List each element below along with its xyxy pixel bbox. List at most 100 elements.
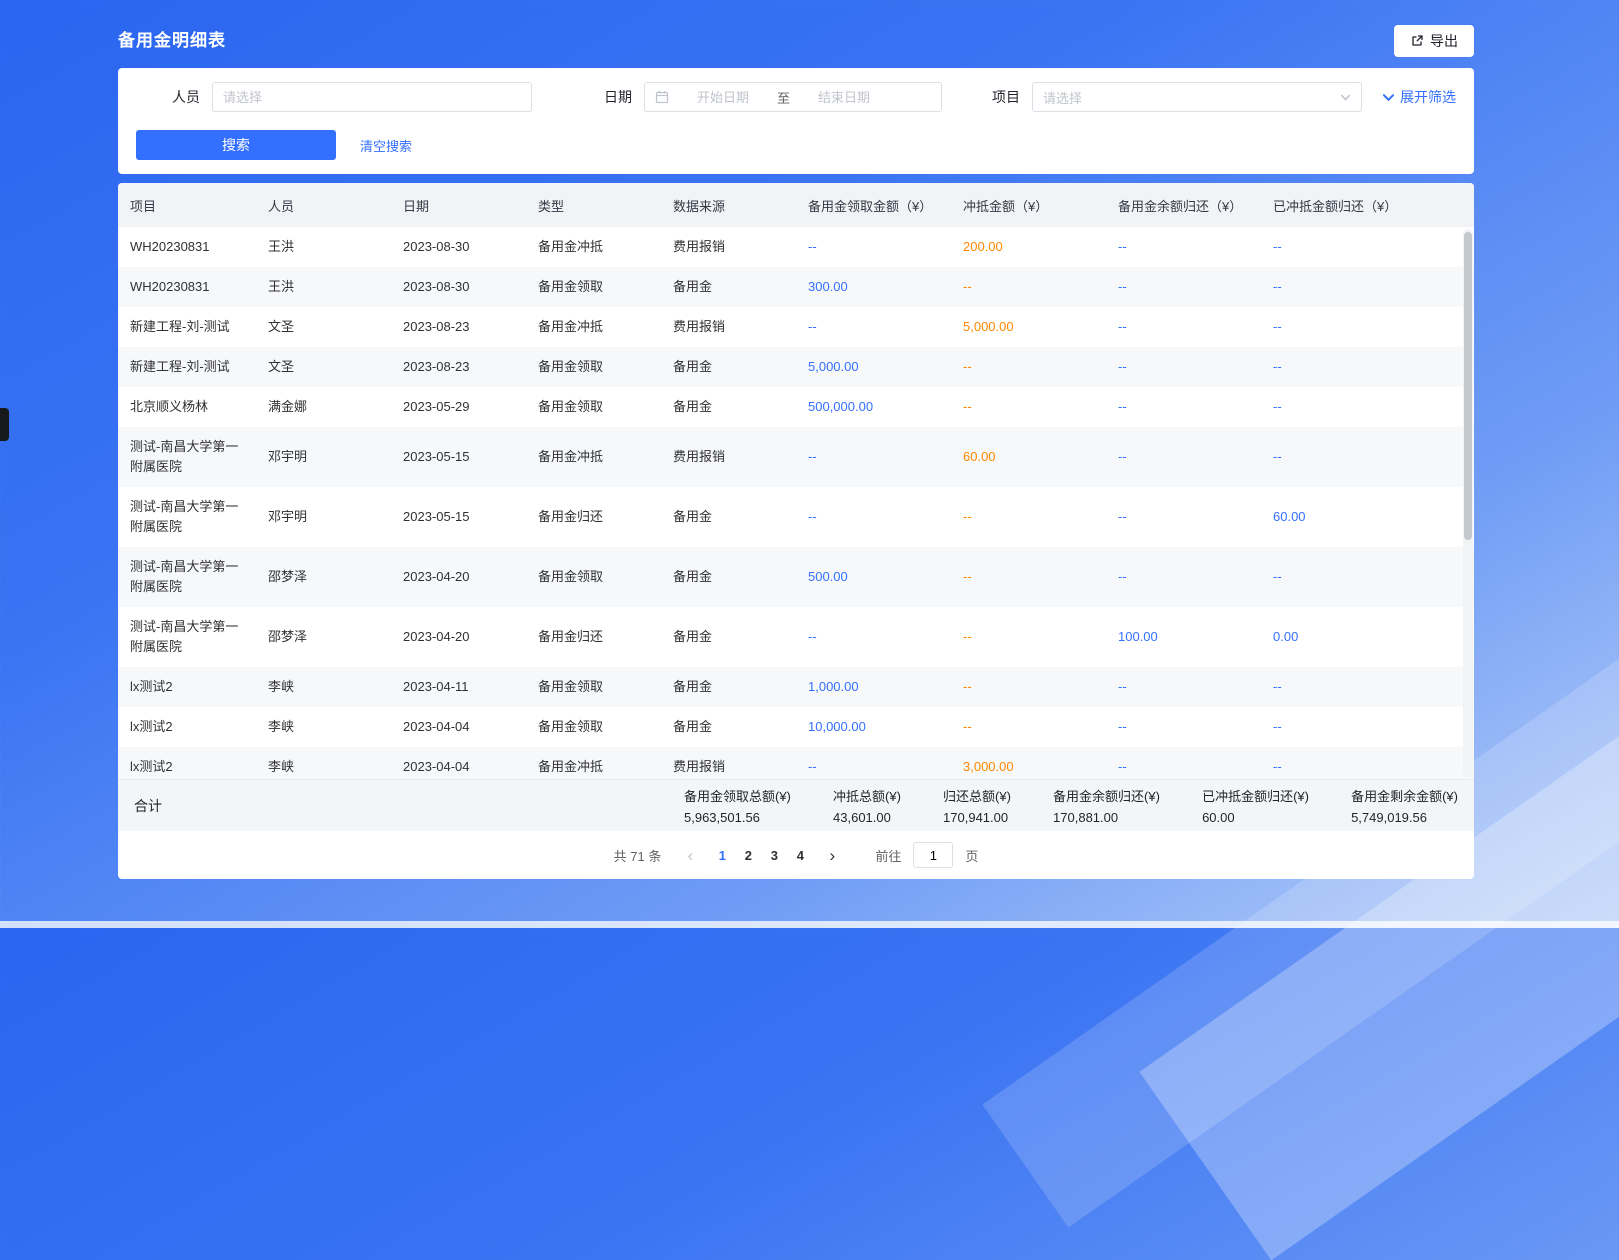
summary-item-value: 170,881.00 — [1053, 810, 1160, 825]
table-header-row: 项目人员日期类型数据来源备用金领取金额（¥）冲抵金额（¥）备用金余额归还（¥）已… — [118, 183, 1474, 227]
export-button[interactable]: 导出 — [1394, 25, 1474, 57]
cell-date: 2023-04-20 — [391, 547, 526, 607]
cell-project: 测试-南昌大学第一附属医院 — [118, 547, 256, 607]
cell-balance_return: -- — [1106, 667, 1261, 707]
cell-offset: -- — [951, 607, 1106, 667]
cell-project: 新建工程-刘-测试 — [118, 347, 256, 387]
table-row: 测试-南昌大学第一附属医院邵梦泽2023-04-20备用金领取备用金500.00… — [118, 547, 1474, 607]
summary-item: 备用金领取总额(¥)5,963,501.56 — [684, 786, 791, 825]
summary-item-label: 归还总额(¥) — [943, 786, 1011, 805]
cell-offset_return: -- — [1261, 707, 1474, 747]
table-header: 项目人员日期类型数据来源备用金领取金额（¥）冲抵金额（¥）备用金余额归还（¥）已… — [118, 183, 1474, 227]
total-count: 共 71 条 — [614, 846, 662, 865]
clear-search-link[interactable]: 清空搜索 — [360, 136, 412, 155]
cell-date: 2023-05-15 — [391, 427, 526, 487]
cell-person: 邵梦泽 — [256, 547, 391, 607]
chevron-down-icon — [1340, 92, 1351, 103]
summary-item-value: 43,601.00 — [833, 810, 901, 825]
cell-withdraw: -- — [796, 487, 951, 547]
cell-offset: -- — [951, 707, 1106, 747]
collapse-handle[interactable] — [0, 408, 9, 441]
scrollbar-thumb[interactable] — [1464, 232, 1472, 540]
page-button-3[interactable]: 3 — [761, 841, 787, 869]
filter-panel: 人员 日期 至 项目 请选择 — [118, 68, 1474, 174]
cell-withdraw: -- — [796, 607, 951, 667]
cell-source: 备用金 — [661, 547, 796, 607]
expand-filters-label: 展开筛选 — [1400, 87, 1456, 107]
cell-withdraw: 5,000.00 — [796, 347, 951, 387]
cell-offset_return: -- — [1261, 667, 1474, 707]
cell-person: 邓宇明 — [256, 487, 391, 547]
column-header: 人员 — [256, 183, 391, 227]
cell-type: 备用金冲抵 — [526, 227, 661, 267]
cell-person: 邓宇明 — [256, 427, 391, 487]
summary-item: 备用金剩余金额(¥) 5,749,019.56 — [1351, 786, 1458, 825]
column-header: 类型 — [526, 183, 661, 227]
page-button-4[interactable]: 4 — [787, 841, 813, 869]
person-filter: 人员 — [136, 82, 532, 112]
cell-type: 备用金领取 — [526, 667, 661, 707]
table-row: 测试-南昌大学第一附属医院邓宇明2023-05-15备用金归还备用金------… — [118, 487, 1474, 547]
cell-person: 满金娜 — [256, 387, 391, 427]
date-filter: 日期 至 — [604, 82, 942, 112]
cell-offset: 200.00 — [951, 227, 1106, 267]
table-row: 测试-南昌大学第一附属医院邓宇明2023-05-15备用金冲抵费用报销--60.… — [118, 427, 1474, 487]
search-button[interactable]: 搜索 — [136, 130, 336, 160]
cell-project: lx测试2 — [118, 747, 256, 779]
cell-offset: -- — [951, 487, 1106, 547]
cell-date: 2023-05-29 — [391, 387, 526, 427]
person-select-input[interactable] — [212, 82, 532, 112]
cell-date: 2023-04-11 — [391, 667, 526, 707]
start-date-input[interactable] — [673, 90, 773, 105]
cell-project: 测试-南昌大学第一附属医院 — [118, 607, 256, 667]
column-header: 备用金余额归还（¥） — [1106, 183, 1261, 227]
cell-source: 备用金 — [661, 667, 796, 707]
page-button-2[interactable]: 2 — [735, 841, 761, 869]
cell-offset: -- — [951, 387, 1106, 427]
cell-person: 王洪 — [256, 267, 391, 307]
date-separator: 至 — [777, 88, 790, 107]
cell-offset: -- — [951, 267, 1106, 307]
cell-date: 2023-08-23 — [391, 347, 526, 387]
table-row: lx测试2李峡2023-04-11备用金领取备用金1,000.00------ — [118, 667, 1474, 707]
cell-person: 文圣 — [256, 307, 391, 347]
cell-withdraw: 500,000.00 — [796, 387, 951, 427]
cell-balance_return: -- — [1106, 747, 1261, 779]
cell-person: 邵梦泽 — [256, 607, 391, 667]
cell-type: 备用金领取 — [526, 547, 661, 607]
cell-offset: 5,000.00 — [951, 307, 1106, 347]
person-filter-label: 人员 — [136, 87, 200, 107]
summary-item-value: 60.00 — [1202, 810, 1309, 825]
data-table: WH20230831王洪2023-08-30备用金冲抵费用报销--200.00-… — [118, 227, 1474, 779]
date-filter-label: 日期 — [604, 87, 632, 107]
next-page-button[interactable]: › — [819, 841, 845, 869]
summary-item-label: 备用金领取总额(¥) — [684, 786, 791, 805]
cell-offset: 3,000.00 — [951, 747, 1106, 779]
project-select-placeholder: 请选择 — [1043, 88, 1082, 107]
table-scroll-area[interactable]: WH20230831王洪2023-08-30备用金冲抵费用报销--200.00-… — [118, 227, 1474, 779]
cell-type: 备用金冲抵 — [526, 427, 661, 487]
cell-project: 测试-南昌大学第一附属医院 — [118, 487, 256, 547]
column-header: 项目 — [118, 183, 256, 227]
cell-balance_return: -- — [1106, 267, 1261, 307]
cell-source: 费用报销 — [661, 227, 796, 267]
cell-source: 备用金 — [661, 267, 796, 307]
summary-row: 合计 备用金领取总额(¥)5,963,501.56冲抵总额(¥)43,601.0… — [118, 779, 1474, 831]
cell-project: 北京顺义杨林 — [118, 387, 256, 427]
cell-withdraw: 300.00 — [796, 267, 951, 307]
cell-date: 2023-04-20 — [391, 607, 526, 667]
page-button-1[interactable]: 1 — [709, 841, 735, 869]
end-date-input[interactable] — [794, 90, 894, 105]
export-icon — [1410, 34, 1424, 48]
prev-page-button[interactable]: ‹ — [677, 841, 703, 869]
cell-balance_return: -- — [1106, 227, 1261, 267]
project-select[interactable]: 请选择 — [1032, 82, 1362, 112]
table-row: 新建工程-刘-测试文圣2023-08-23备用金领取备用金5,000.00---… — [118, 347, 1474, 387]
goto-page-input[interactable] — [913, 842, 953, 868]
cell-type: 备用金冲抵 — [526, 747, 661, 779]
summary-item-label: 备用金剩余金额(¥) — [1351, 786, 1458, 805]
summary-item: 归还总额(¥)170,941.00 — [943, 786, 1011, 825]
expand-filters-link[interactable]: 展开筛选 — [1382, 87, 1456, 107]
summary-item-value: 5,749,019.56 — [1351, 810, 1458, 825]
date-range-picker[interactable]: 至 — [644, 82, 942, 112]
